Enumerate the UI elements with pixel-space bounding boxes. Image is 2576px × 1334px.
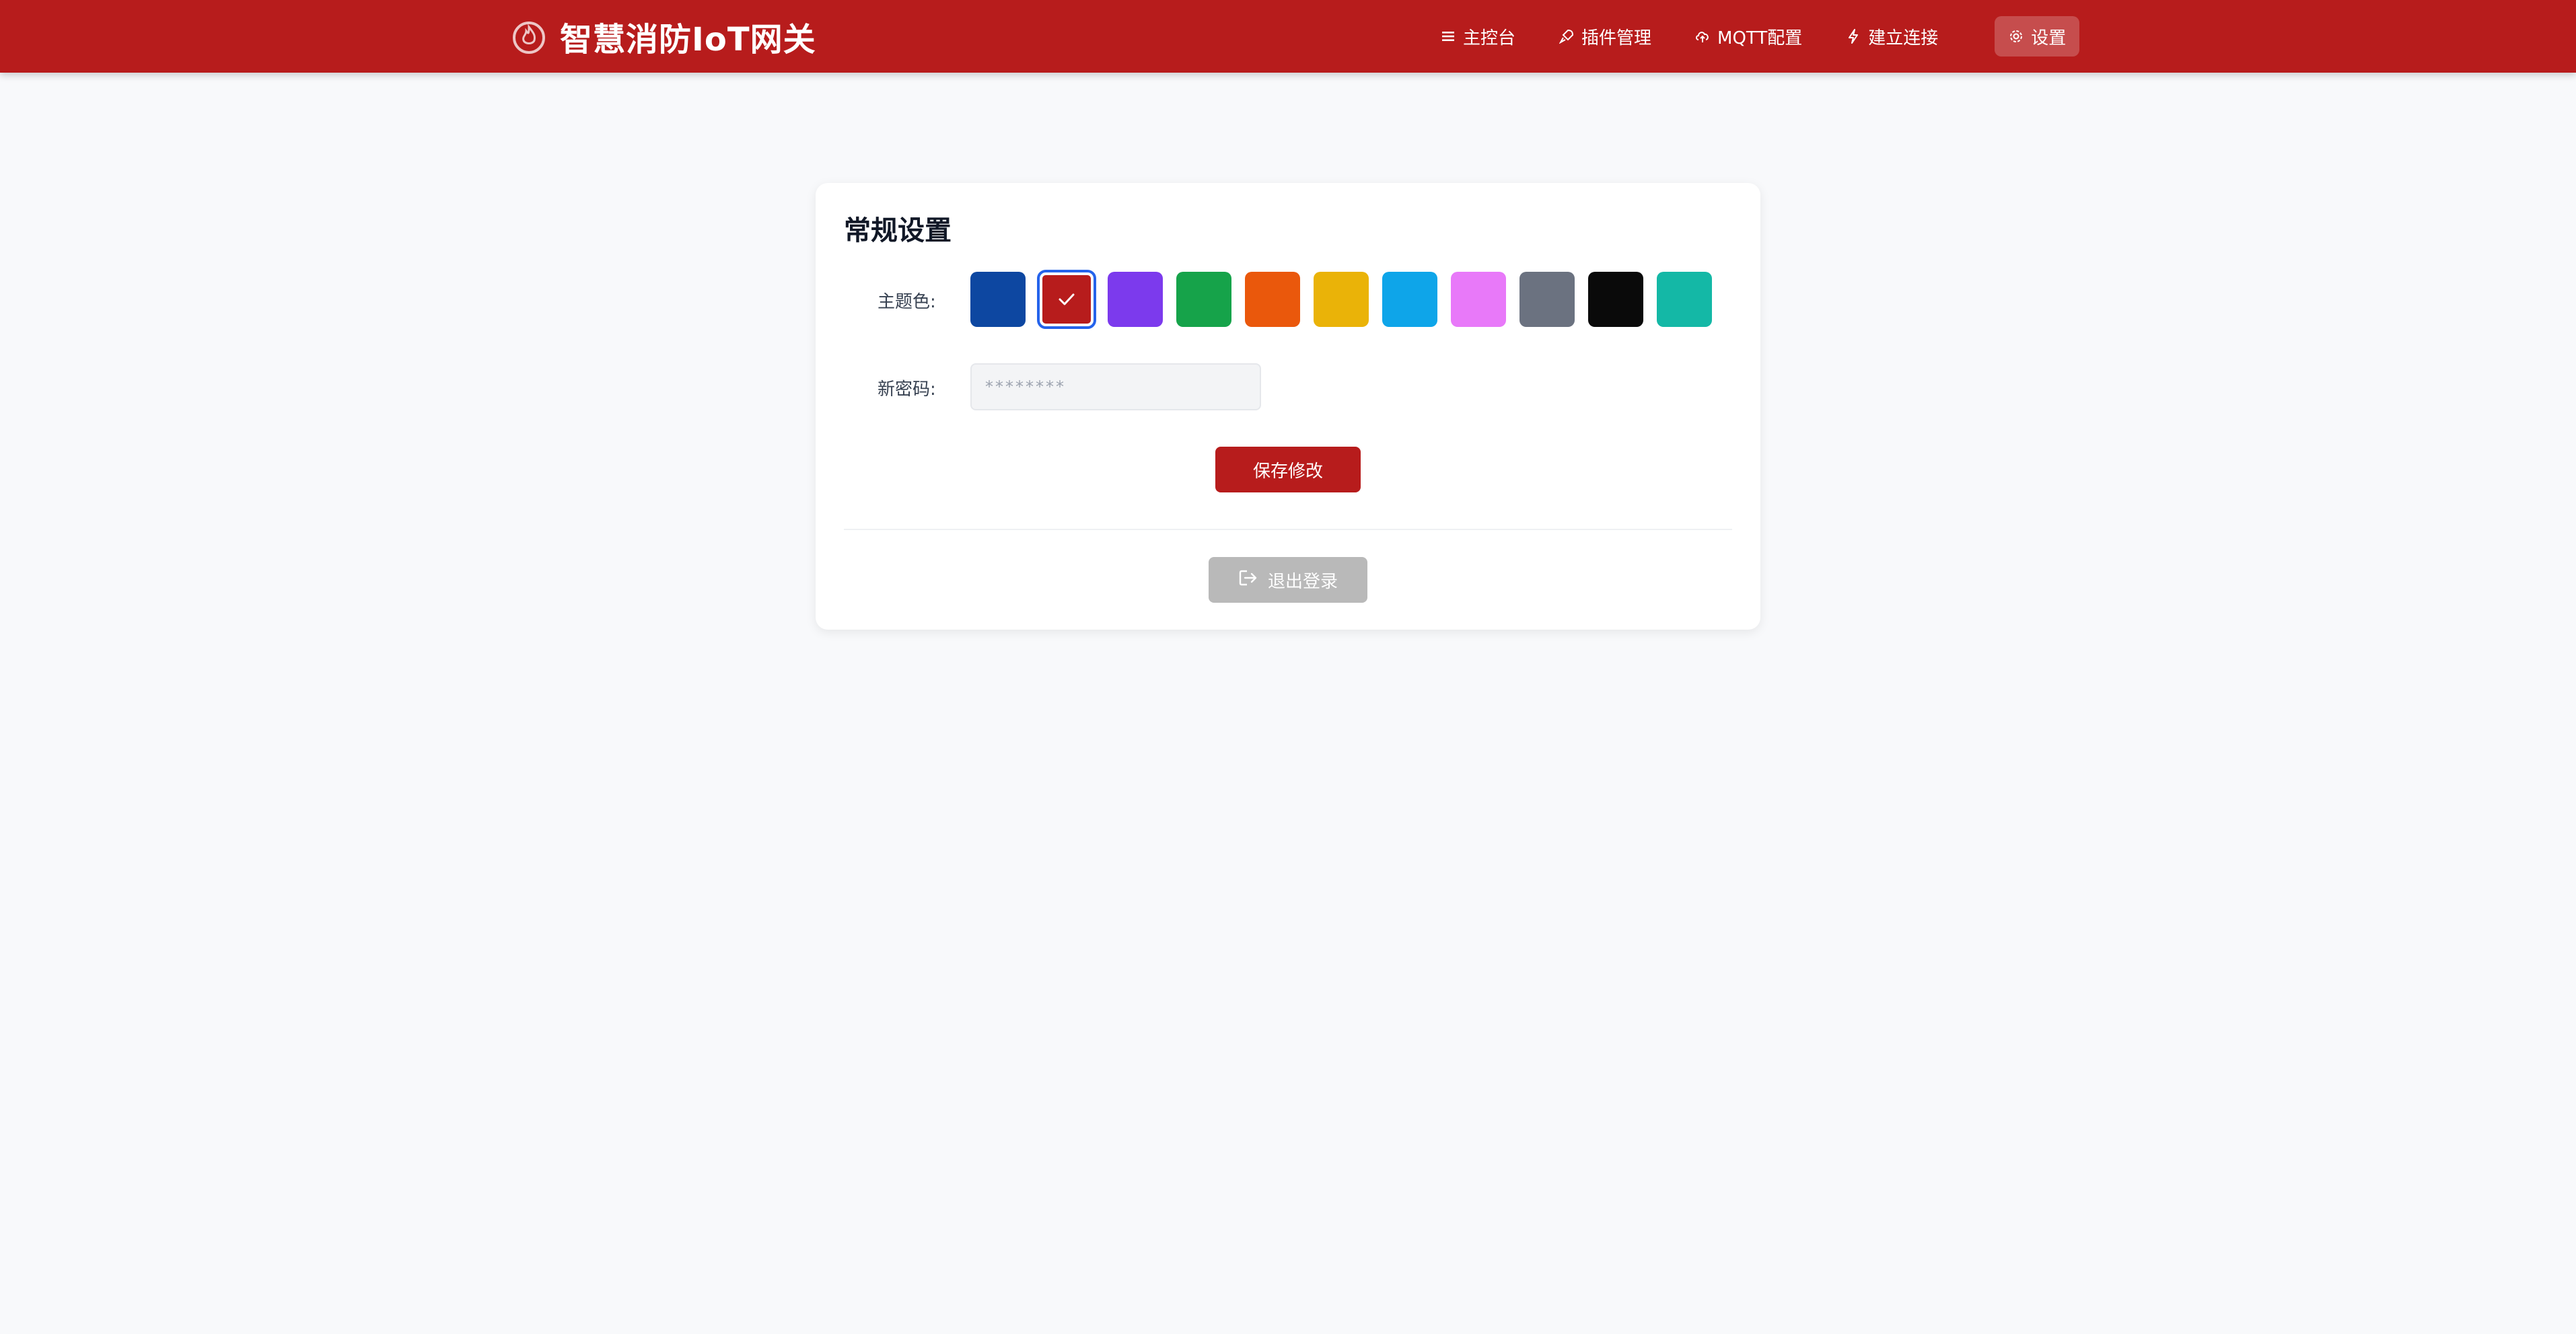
bolt-icon xyxy=(1845,28,1861,44)
nav-item-plugins[interactable]: 插件管理 xyxy=(1545,16,1665,57)
flame-icon xyxy=(510,17,548,55)
new-password-input[interactable] xyxy=(970,363,1261,410)
main-nav: 主控台 插件管理 MQTT配置 建立连接 设置 xyxy=(1427,16,2080,57)
menu-icon xyxy=(1440,28,1456,44)
theme-color-swatch[interactable] xyxy=(1037,270,1096,329)
gear-icon xyxy=(2008,28,2024,44)
save-button[interactable]: 保存修改 xyxy=(1215,447,1361,492)
logout-label: 退出登录 xyxy=(1267,571,1338,592)
theme-color-swatch[interactable] xyxy=(970,272,1026,327)
theme-color-picker xyxy=(970,270,1712,329)
nav-item-connect[interactable]: 建立连接 xyxy=(1832,16,1952,57)
theme-color-swatch[interactable] xyxy=(1176,272,1231,327)
settings-card: 常规设置 主题色: 新密码: 保存修改 退出登录 xyxy=(816,183,1760,630)
divider xyxy=(844,529,1732,530)
nav-label-mqtt: MQTT配置 xyxy=(1717,28,1803,48)
logout-button[interactable]: 退出登录 xyxy=(1209,557,1367,603)
theme-color-swatch[interactable] xyxy=(1657,272,1712,327)
theme-color-swatch[interactable] xyxy=(1451,272,1506,327)
nav-item-dashboard[interactable]: 主控台 xyxy=(1427,16,1529,57)
nav-label-connect: 建立连接 xyxy=(1868,28,1939,48)
brand[interactable]: 智慧消防IoT网关 xyxy=(510,15,816,59)
logout-icon xyxy=(1238,569,1258,591)
settings-title: 常规设置 xyxy=(844,215,952,246)
cloud-upload-icon xyxy=(1694,28,1711,44)
theme-color-swatch[interactable] xyxy=(1314,272,1369,327)
check-icon xyxy=(1059,293,1075,305)
nav-label-settings: 设置 xyxy=(2031,28,2067,48)
nav-label-plugins: 插件管理 xyxy=(1581,28,1652,48)
rocket-icon xyxy=(1559,28,1575,44)
app-title: 智慧消防IoT网关 xyxy=(560,21,816,59)
nav-item-settings[interactable]: 设置 xyxy=(1995,16,2080,57)
theme-color-swatch[interactable] xyxy=(1108,272,1163,327)
theme-color-swatch[interactable] xyxy=(1519,272,1575,327)
theme-color-swatch[interactable] xyxy=(1382,272,1437,327)
theme-color-swatch[interactable] xyxy=(1245,272,1300,327)
theme-color-swatch[interactable] xyxy=(1588,272,1643,327)
top-navbar: 智慧消防IoT网关 主控台 插件管理 MQTT配置 建立连接 设置 xyxy=(0,0,2576,73)
nav-label-dashboard: 主控台 xyxy=(1463,28,1516,48)
nav-item-mqtt[interactable]: MQTT配置 xyxy=(1681,16,1816,57)
